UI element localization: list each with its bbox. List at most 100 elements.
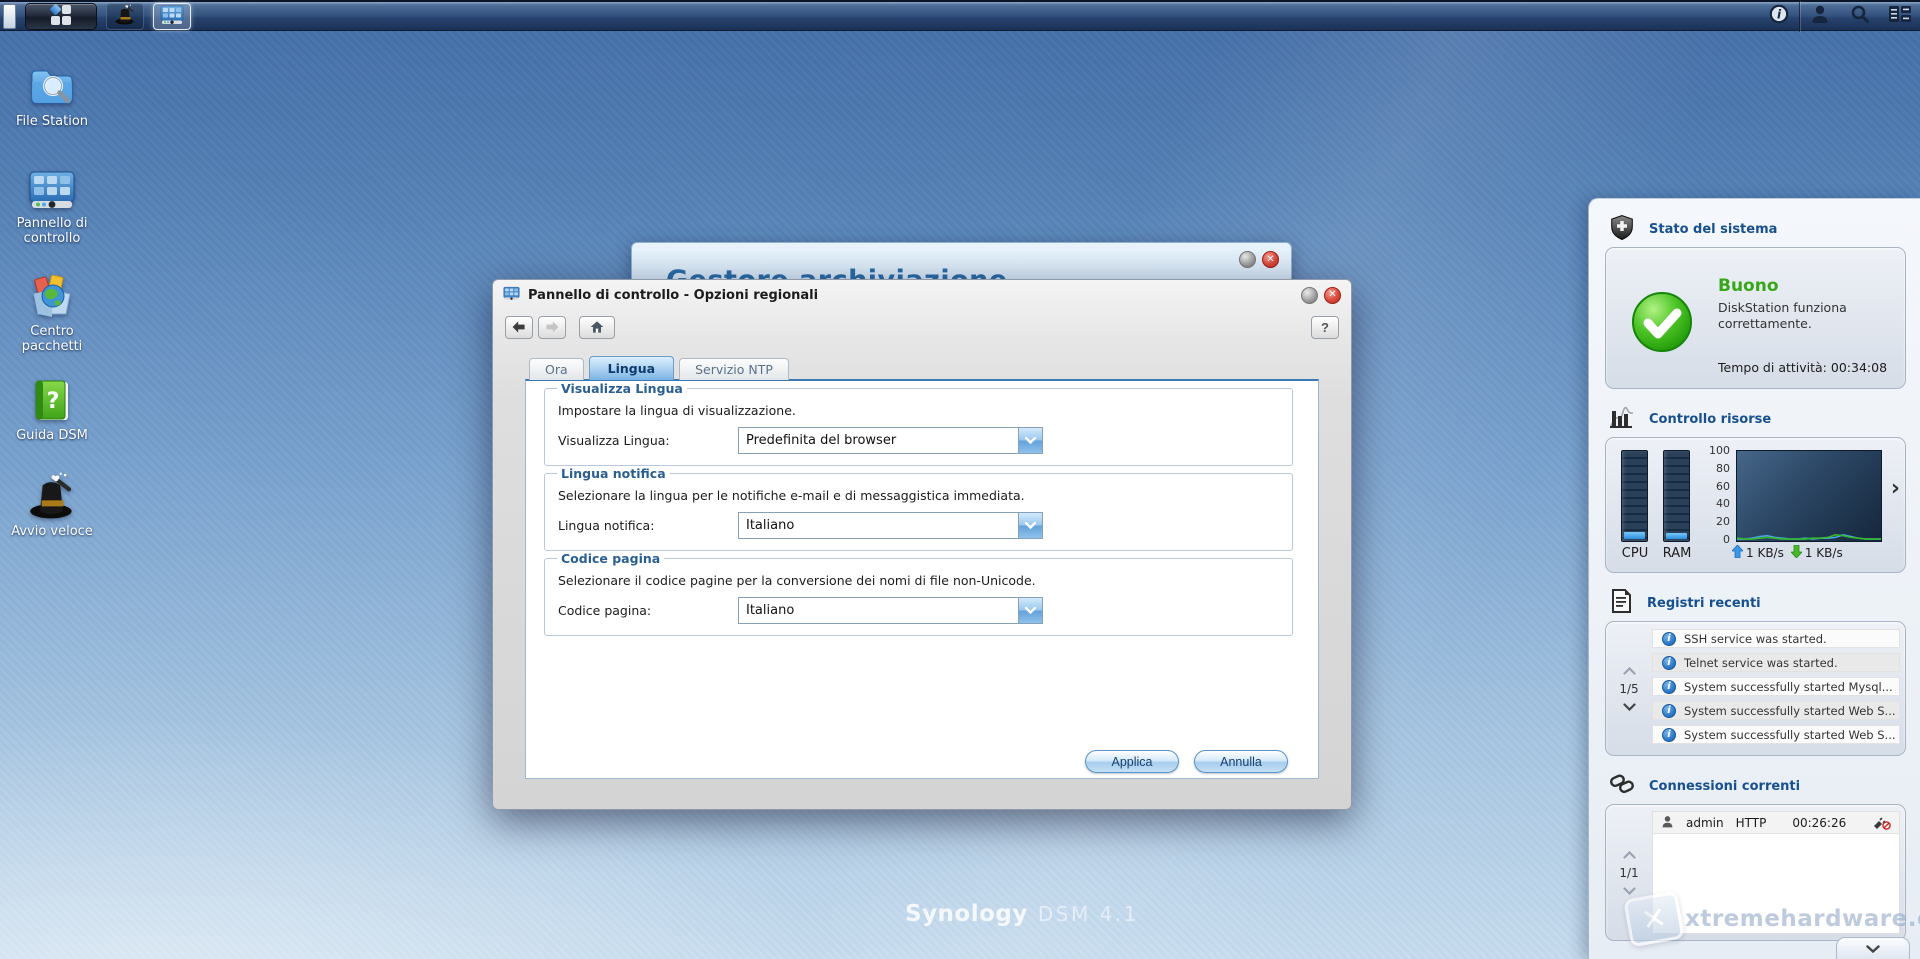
main-menu-button[interactable] [25, 3, 97, 30]
notification-language-select[interactable]: Italiano [738, 512, 1043, 539]
connections-box: 1/1 admin HTTP 00:26:26 [1605, 804, 1906, 941]
resource-monitor-header: Controllo risorse [1609, 405, 1906, 433]
widget-panel: Stato del sistema Buono DiskStation funz… [1588, 198, 1920, 959]
select-value: Predefinita del browser [739, 428, 1018, 453]
status-ok-icon [1630, 290, 1694, 358]
close-icon[interactable]: ✕ [1262, 251, 1279, 268]
user-icon [1810, 4, 1830, 28]
collapse-widget-panel-button[interactable] [1836, 937, 1910, 959]
log-entry: iTelnet service was started. [1652, 653, 1900, 672]
expand-resource-monitor-icon[interactable]: › [1891, 478, 1900, 500]
upload-arrow-icon [1732, 545, 1743, 561]
minimize-button[interactable] [1301, 287, 1318, 304]
log-entry: iSSH service was started. [1652, 629, 1900, 648]
chevron-down-icon [1018, 513, 1042, 538]
info-icon: i [1662, 680, 1676, 694]
display-language-select[interactable]: Predefinita del browser [738, 427, 1043, 454]
minimize-button[interactable] [1239, 251, 1256, 268]
package-center-icon [4, 272, 100, 320]
taskbar-item-quick-start[interactable] [106, 3, 144, 30]
home-button[interactable] [579, 316, 615, 339]
recent-logs-box: 1/5 iSSH service was started. iTelnet se… [1605, 621, 1906, 756]
log-entry: iSystem successfully started Mysql... [1652, 677, 1900, 696]
help-book-icon: ? [4, 378, 100, 424]
desktop-icon-label: Guida DSM [4, 428, 100, 443]
network-chart [1736, 450, 1882, 542]
tab-ora[interactable]: Ora [529, 358, 584, 380]
network-rates: 1 KB/s 1 KB/s [1732, 545, 1843, 561]
page-up-icon[interactable] [1623, 851, 1636, 859]
info-button[interactable]: i [1759, 2, 1799, 30]
connections-header: Connessioni correnti [1609, 772, 1906, 800]
download-rate: 1 KB/s [1805, 546, 1843, 560]
user-icon [1661, 815, 1674, 831]
log-entry: iSystem successfully started Web S... [1652, 701, 1900, 720]
section-description: Selezionare il codice pagine per la conv… [558, 573, 1282, 588]
desktop-icon-file-station[interactable]: File Station [4, 62, 100, 129]
widget-title: Stato del sistema [1649, 222, 1777, 237]
dsm-version: DSM 4.1 [1038, 902, 1139, 926]
ram-label: RAM [1657, 546, 1697, 561]
user-button[interactable] [1800, 2, 1840, 30]
search-button[interactable] [1840, 2, 1880, 30]
taskbar: i [0, 0, 1920, 31]
connection-time: 00:26:26 [1792, 816, 1846, 830]
forward-button[interactable] [538, 316, 566, 339]
uptime-label: Tempo di attività: [1718, 360, 1827, 375]
section-legend: Visualizza Lingua [557, 381, 687, 396]
taskbar-item-control-panel[interactable] [153, 3, 191, 30]
desktop-icon-label: File Station [4, 114, 100, 129]
dsm-watermark: Synology DSM 4.1 [905, 901, 1139, 927]
select-value: Italiano [739, 598, 1018, 623]
connections-page-indicator: 1/1 [1619, 866, 1638, 880]
desktop: i [0, 0, 1920, 959]
dialog-regional-options: Pannello di controllo - Opzioni regional… [492, 279, 1352, 810]
log-list: iSSH service was started. iTelnet servic… [1652, 629, 1900, 749]
info-icon: i [1662, 704, 1676, 718]
apply-button[interactable]: Applica [1085, 750, 1179, 773]
field-label: Visualizza Lingua: [558, 433, 738, 448]
page-up-icon[interactable] [1623, 667, 1636, 675]
widget-title: Controllo risorse [1649, 412, 1771, 427]
widgets-button[interactable] [1880, 2, 1920, 30]
synology-logo: Synology [905, 901, 1028, 927]
log-entry: iSystem successfully started Web S... [1652, 725, 1900, 744]
log-document-icon [1609, 588, 1633, 618]
disconnect-icon[interactable] [1873, 816, 1891, 830]
magician-hat-icon [113, 4, 137, 29]
recent-logs-header: Registri recenti [1609, 589, 1906, 617]
desktop-icon-label: Avvio veloce [4, 524, 100, 539]
cancel-button[interactable]: Annulla [1194, 750, 1288, 773]
svg-text:?: ? [47, 389, 60, 414]
show-desktop-button[interactable] [3, 4, 16, 29]
tab-lingua[interactable]: Lingua [589, 356, 674, 380]
desktop-icon-quick-start[interactable]: Avvio veloce [4, 472, 100, 539]
control-panel-icon [160, 5, 184, 28]
section-codepage: Codice pagina Selezionare il codice pagi… [544, 551, 1293, 636]
dialog-titlebar[interactable]: Pannello di controllo - Opzioni regional… [493, 280, 1351, 310]
desktop-icon-control-panel[interactable]: Pannello di controllo [4, 168, 100, 246]
page-down-icon[interactable] [1623, 703, 1636, 711]
download-arrow-icon [1791, 545, 1802, 561]
select-value: Italiano [739, 513, 1018, 538]
taskbar-right-group: i [1759, 2, 1920, 30]
codepage-select[interactable]: Italiano [738, 597, 1043, 624]
logs-pager: 1/5 [1610, 622, 1648, 755]
network-chart-y-axis: 100806040200 [1698, 445, 1730, 545]
connection-row: admin HTTP 00:26:26 [1653, 812, 1899, 834]
widgets-icon [1888, 4, 1912, 28]
chevron-down-icon [1018, 428, 1042, 453]
help-button[interactable]: ? [1311, 316, 1339, 339]
page-down-icon[interactable] [1623, 887, 1636, 895]
dialog-tabs: Ora Lingua Servizio NTP [529, 358, 789, 380]
bar-chart-icon [1609, 405, 1635, 433]
info-icon: i [1662, 632, 1676, 646]
close-icon[interactable]: ✕ [1324, 287, 1341, 304]
desktop-icon-dsm-help[interactable]: ? Guida DSM [4, 378, 100, 443]
tab-servizio-ntp[interactable]: Servizio NTP [679, 358, 789, 380]
desktop-icon-package-center[interactable]: Centro pacchetti [4, 272, 100, 354]
search-icon [1850, 4, 1870, 28]
upload-rate: 1 KB/s [1746, 546, 1784, 560]
cpu-label: CPU [1615, 546, 1655, 561]
back-button[interactable] [505, 316, 533, 339]
